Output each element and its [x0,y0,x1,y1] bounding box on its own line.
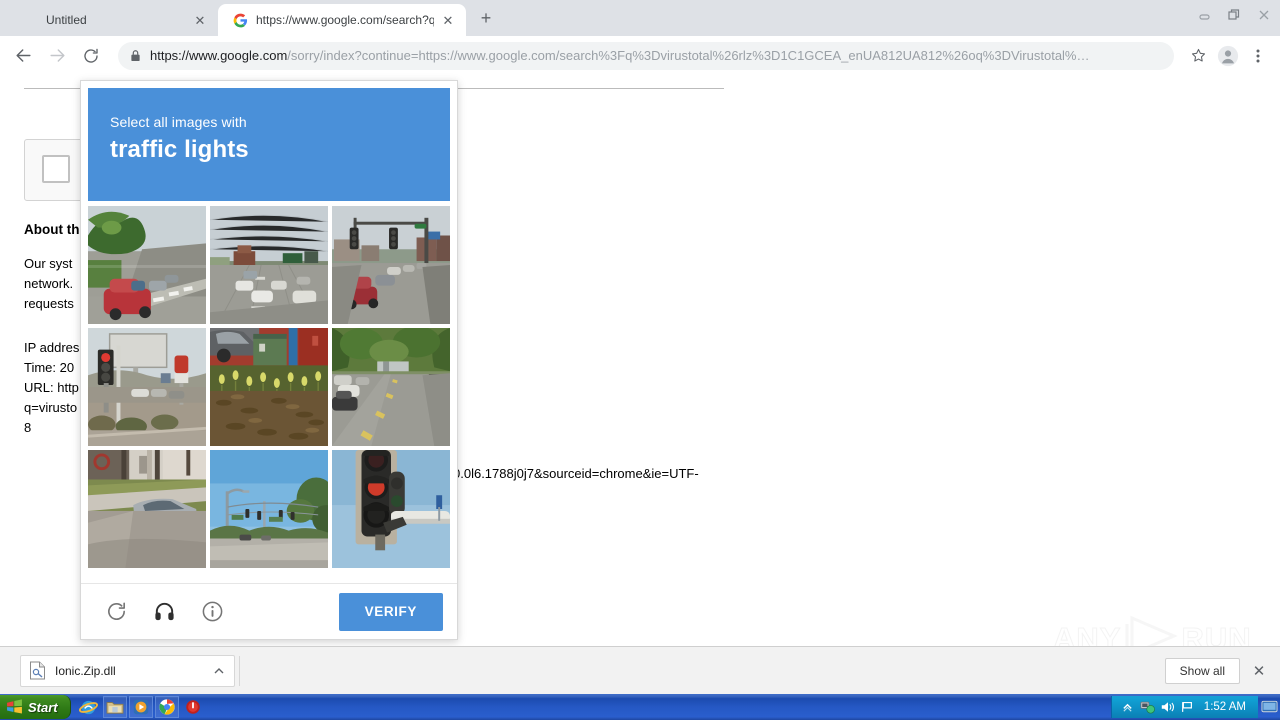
dll-file-icon [27,661,47,681]
start-button[interactable]: Start [0,695,71,719]
tab-google-search[interactable]: https://www.google.com/search?q= ✕ [218,4,466,36]
volume-icon[interactable] [1158,698,1178,716]
prompt-line-2: traffic lights [110,136,249,163]
challenge-tile-5[interactable] [210,328,328,446]
quick-launch-bar [71,694,207,720]
new-tab-button[interactable]: + [472,4,500,32]
address-bar[interactable]: https://www.google.com/sorry/index?conti… [118,41,1174,70]
google-icon [232,12,248,28]
tab-title: https://www.google.com/search?q= [256,13,434,27]
url-host: https://www.google.com [150,47,288,63]
chrome-icon[interactable] [154,696,179,718]
shield-icon[interactable] [181,696,205,718]
chevron-up-icon[interactable] [210,662,228,680]
tab-strip: Untitled ✕ https://www.google.com/search… [0,0,1280,36]
window-controls [1190,0,1280,30]
windows-taskbar: Start 1:52 AM [0,694,1280,720]
url-path: /sorry/index?continue=https://www.google… [287,47,1090,63]
screen: Untitled ✕ https://www.google.com/search… [0,0,1280,720]
browser-toolbar: https://www.google.com/sorry/index?conti… [0,36,1280,76]
download-file-name: Ionic.Zip.dll [55,663,116,678]
page-body-text: Our syst network. requests [24,256,74,311]
verify-button[interactable]: VERIFY [338,592,443,631]
star-icon[interactable] [1184,42,1212,70]
challenge-tile-3[interactable] [332,206,450,324]
three-dot-menu-icon[interactable] [1244,42,1272,70]
close-icon[interactable] [1250,3,1278,27]
system-tray: 1:52 AM [1110,696,1258,718]
challenge-tile-8[interactable] [210,450,328,568]
back-arrow-icon[interactable] [8,41,38,71]
tab-title: Untitled [46,13,87,27]
clock[interactable]: 1:52 AM [1204,701,1246,713]
windows-logo-icon [6,698,24,716]
page-meta-text: IP addres Time: 20 URL: http q=virusto 8 [24,340,80,435]
tab-favicon-blank [22,12,38,28]
avatar-icon[interactable] [1214,42,1242,70]
browser-window: Untitled ✕ https://www.google.com/search… [0,0,1280,694]
challenge-tile-1[interactable] [88,206,206,324]
tab-close-icon[interactable]: ✕ [192,12,208,28]
show-all-button[interactable]: Show all [1164,657,1240,684]
media-player-icon[interactable] [128,696,153,718]
close-icon[interactable]: ✕ [1246,658,1272,684]
challenge-tile-9[interactable] [332,450,450,568]
challenge-image-grid [88,206,450,568]
recaptcha-checkbox[interactable] [42,155,70,183]
info-icon[interactable] [195,595,229,629]
tab-close-icon[interactable]: ✕ [440,12,456,28]
download-shelf: Ionic.Zip.dll Show all ✕ [0,646,1280,694]
page-title: About th [24,222,80,237]
challenge-tile-6[interactable] [332,328,450,446]
download-shelf-divider [239,655,240,686]
page-url-tail-text: 0.0l6.1788j0j7&sourceid=chrome&ie=UTF- [453,466,699,481]
prompt-line-1: Select all images with [110,114,247,130]
challenge-footer: VERIFY [81,583,457,639]
minimize-icon[interactable] [1190,3,1218,27]
challenge-tile-2[interactable] [210,206,328,324]
reload-icon[interactable] [99,595,133,629]
show-desktop-icon[interactable] [1258,697,1280,717]
network-icon[interactable] [1138,698,1158,716]
restore-icon[interactable] [1220,3,1248,27]
internet-explorer-icon[interactable] [77,696,101,718]
lock-icon [130,49,142,62]
download-item[interactable]: Ionic.Zip.dll [20,654,235,687]
folder-icon[interactable] [102,696,127,718]
challenge-prompt: Select all images with traffic lights [88,88,450,201]
download-shelf-actions: Show all ✕ [1164,657,1272,684]
url-text: https://www.google.com/sorry/index?conti… [150,42,1090,70]
tray-chevron-icon[interactable] [1118,698,1138,716]
reload-icon[interactable] [76,41,106,71]
recaptcha-challenge-dialog: Select all images with traffic lights VE… [80,80,458,640]
headphones-icon[interactable] [147,595,181,629]
tab-untitled[interactable]: Untitled ✕ [8,4,218,36]
start-label: Start [28,699,58,715]
flag-icon[interactable] [1178,698,1198,716]
challenge-tile-7[interactable] [88,450,206,568]
challenge-tile-4[interactable] [88,328,206,446]
forward-arrow-icon [42,41,72,71]
